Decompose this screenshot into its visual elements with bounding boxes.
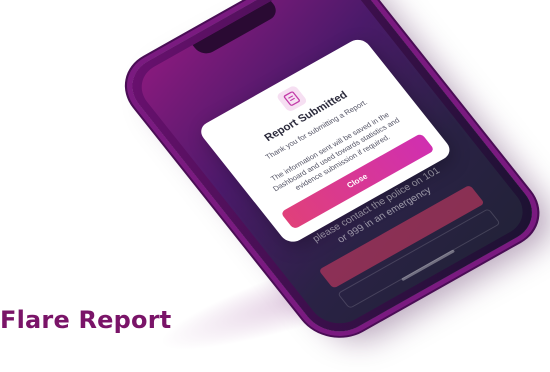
document-icon: [275, 84, 309, 113]
phone-screen: please contact the police on 101 or 999 …: [129, 0, 535, 334]
phone-mockup: please contact the police on 101 or 999 …: [118, 0, 547, 344]
brand-title: Flare Report: [0, 306, 172, 334]
phone-notch: [192, 0, 281, 58]
